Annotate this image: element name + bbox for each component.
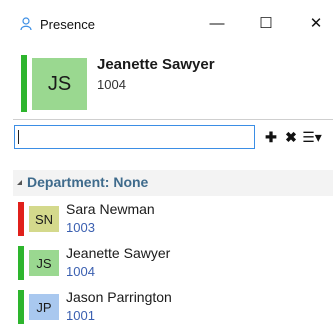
close-button[interactable]: ✕ [296,10,333,36]
current-user-panel: JS Jeanette Sawyer 1004 [13,41,333,115]
presence-status-indicator [18,290,24,324]
contact-extension: 1004 [66,264,95,279]
contact-name: Sara Newman [66,201,155,217]
user-name: Jeanette Sawyer [97,56,215,73]
contact-name: Jeanette Sawyer [66,245,171,261]
avatar: JP [29,294,59,320]
contact-extension: 1003 [66,220,95,235]
maximize-button[interactable]: ☐ [246,10,286,36]
contact-item[interactable]: SN Sara Newman 1003 [13,198,333,240]
add-contact-button[interactable]: ✚ [263,128,279,146]
contact-extension: 1001 [66,308,95,323]
contact-item[interactable]: JP Jason Parrington 1001 [13,286,333,328]
person-icon [20,17,32,31]
view-options-button[interactable]: ☰▾ [302,128,322,146]
user-extension: 1004 [97,77,126,92]
group-header[interactable]: Department: None [13,170,333,196]
group-label: Department: None [27,174,149,190]
divider [13,119,333,120]
avatar: SN [29,206,59,232]
contact-name: Jason Parrington [66,289,172,305]
window-title: Presence [40,17,95,32]
remove-contact-button[interactable]: ✖ [283,128,299,146]
presence-status-indicator [18,202,24,236]
toolbar: ✚ ✖ ☰▾ [13,121,333,157]
minimize-button[interactable]: — [197,10,237,36]
text-cursor [18,130,19,144]
presence-status-indicator [18,246,24,280]
title-bar: Presence — ☐ ✕ [0,0,333,40]
presence-status-indicator [21,55,27,112]
avatar: JS [32,58,87,110]
search-input[interactable] [14,125,255,149]
avatar: JS [29,250,59,276]
collapse-arrow-icon[interactable] [17,180,22,185]
contact-item[interactable]: JS Jeanette Sawyer 1004 [13,242,333,284]
